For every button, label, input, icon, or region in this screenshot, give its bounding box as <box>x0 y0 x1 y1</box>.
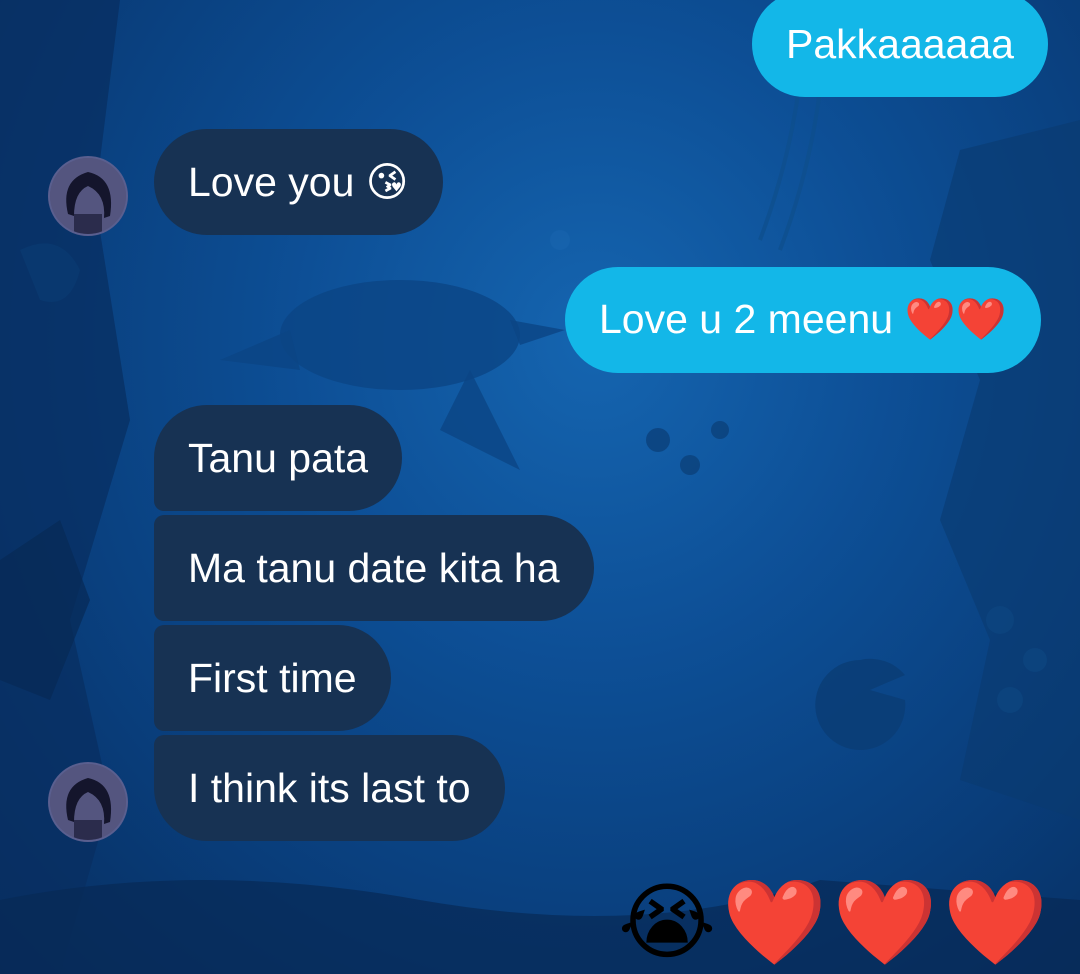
message-bubble-incoming[interactable]: Love you 😘 <box>154 129 443 235</box>
emoji-reactions[interactable]: 😭❤️❤️❤️ <box>618 872 1054 972</box>
message-bubble-incoming[interactable]: Ma tanu date kita ha <box>154 515 594 621</box>
message-bubble-outgoing[interactable]: Love u 2 meenu ❤️❤️ <box>565 267 1041 373</box>
message-text: Tanu pata <box>188 434 369 481</box>
message-bubble-incoming[interactable]: I think its last to <box>154 735 505 841</box>
message-bubble-incoming[interactable]: First time <box>154 625 391 731</box>
message-text: I think its last to <box>188 764 471 811</box>
message-bubble-outgoing[interactable]: Pakkaaaaaa <box>752 0 1048 97</box>
message-text: Love u 2 meenu ❤️❤️ <box>599 296 1007 342</box>
avatar-icon <box>50 158 126 234</box>
avatar[interactable] <box>50 764 126 840</box>
message-text: Ma tanu date kita ha <box>188 544 560 591</box>
avatar-icon <box>50 764 126 840</box>
message-text: Love you 😘 <box>188 159 409 205</box>
message-text: Pakkaaaaaa <box>786 20 1014 67</box>
message-thread: Pakkaaaaaa Love you 😘 Love u 2 meenu ❤️❤… <box>0 0 1080 974</box>
message-text: First time <box>188 654 357 701</box>
message-bubble-incoming[interactable]: Tanu pata <box>154 405 403 511</box>
avatar[interactable] <box>50 158 126 234</box>
